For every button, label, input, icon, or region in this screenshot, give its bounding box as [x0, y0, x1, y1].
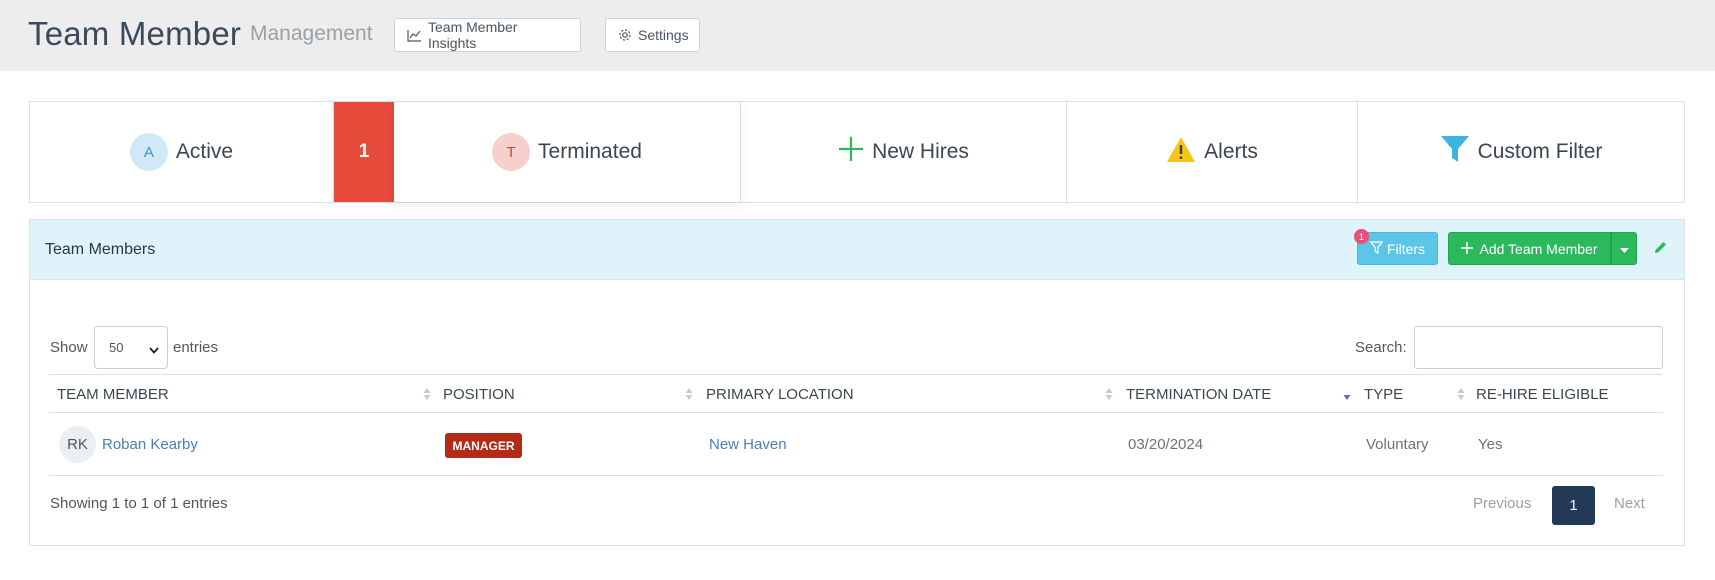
tab-new-hires[interactable]: New Hires [741, 102, 1067, 202]
column-header-type[interactable]: TYPE [1364, 386, 1403, 403]
type-cell: Voluntary [1366, 436, 1429, 453]
panel-title: Team Members [45, 241, 156, 258]
filters-label: Filters [1386, 240, 1426, 257]
chevron-down-icon [149, 342, 159, 357]
tab-alerts[interactable]: Alerts [1067, 102, 1358, 202]
page-subtitle: Management [250, 22, 373, 45]
search-label: Search: [1355, 339, 1407, 356]
tab-active-label: Active [175, 140, 234, 163]
tab-custom-filter[interactable]: Custom Filter [1358, 102, 1684, 202]
filters-button[interactable]: Filters [1357, 232, 1438, 265]
page-title: Team Member [28, 15, 242, 52]
active-initial-avatar: A [129, 133, 168, 171]
column-header-team-member[interactable]: TEAM MEMBER [57, 386, 169, 403]
tab-active[interactable]: A Active [30, 102, 334, 202]
team-members-panel: Team Members Filters 1 Add Team Member S… [29, 219, 1685, 546]
panel-header: Team Members Filters 1 Add Team Member [30, 220, 1684, 280]
search-input[interactable] [1414, 326, 1663, 369]
terminated-count-badge: 1 [334, 102, 394, 202]
pencil-icon[interactable] [1654, 241, 1667, 259]
tab-terminated[interactable]: T Terminated [394, 102, 741, 202]
add-team-member-button[interactable]: Add Team Member [1448, 232, 1611, 265]
show-label: Show [50, 339, 88, 356]
sort-icon[interactable] [1105, 387, 1113, 406]
team-member-insights-button[interactable]: Team Member Insights [394, 18, 581, 52]
tab-terminated-label: Terminated [538, 140, 642, 163]
sort-icon[interactable] [685, 387, 693, 406]
page-header: Team Member Management Team Member Insig… [0, 0, 1715, 71]
caret-down-icon [1619, 240, 1629, 258]
entries-label: entries [173, 339, 219, 356]
filters-count-badge: 1 [1354, 229, 1369, 244]
tab-new-hires-label: New Hires [872, 140, 969, 163]
tab-alerts-label: Alerts [1204, 140, 1258, 163]
page-length-select[interactable]: 50 [94, 326, 168, 369]
gear-icon [618, 28, 632, 42]
sort-icon[interactable] [1457, 387, 1465, 406]
sort-descending-icon[interactable] [1343, 387, 1351, 406]
column-header-position[interactable]: POSITION [443, 386, 515, 403]
sort-icon[interactable] [423, 387, 431, 406]
funnel-icon [1440, 134, 1470, 170]
warning-icon [1166, 136, 1196, 169]
settings-label: Settings [638, 27, 689, 43]
table-info: Showing 1 to 1 of 1 entries [50, 495, 228, 512]
terminated-initial-avatar: T [492, 133, 531, 171]
termination-date-cell: 03/20/2024 [1128, 436, 1204, 453]
line-chart-icon [407, 29, 422, 42]
add-options-dropdown-button[interactable] [1611, 232, 1637, 265]
settings-button[interactable]: Settings [605, 18, 700, 52]
table-header: TEAM MEMBER POSITION PRIMARY LOCATION TE… [49, 374, 1663, 413]
column-header-termination-date[interactable]: TERMINATION DATE [1126, 386, 1271, 403]
column-header-rehire-eligible[interactable]: RE-HIRE ELIGIBLE [1476, 386, 1609, 403]
status-tabs: A Active 1 T Terminated New Hires Alerts… [29, 101, 1685, 203]
next-page-button[interactable]: Next [1614, 495, 1645, 512]
insights-label: Team Member Insights [428, 19, 518, 51]
avatar: RK [59, 426, 96, 463]
column-header-primary-location[interactable]: PRIMARY LOCATION [706, 386, 854, 403]
tab-custom-filter-label: Custom Filter [1477, 140, 1603, 163]
add-team-member-label: Add Team Member [1479, 240, 1598, 257]
page-1-button[interactable]: 1 [1552, 486, 1595, 525]
primary-location-link[interactable]: New Haven [709, 436, 787, 453]
plus-icon [1461, 241, 1474, 257]
plus-icon [838, 136, 864, 168]
page-length-value: 50 [109, 340, 124, 355]
team-member-name-link[interactable]: Roban Kearby [102, 436, 198, 453]
table-row[interactable]: RK Roban Kearby MANAGER New Haven 03/20/… [49, 413, 1663, 476]
funnel-icon [1369, 240, 1384, 257]
rehire-eligible-cell: Yes [1478, 436, 1503, 453]
position-badge: MANAGER [445, 433, 522, 458]
previous-page-button[interactable]: Previous [1473, 495, 1531, 512]
